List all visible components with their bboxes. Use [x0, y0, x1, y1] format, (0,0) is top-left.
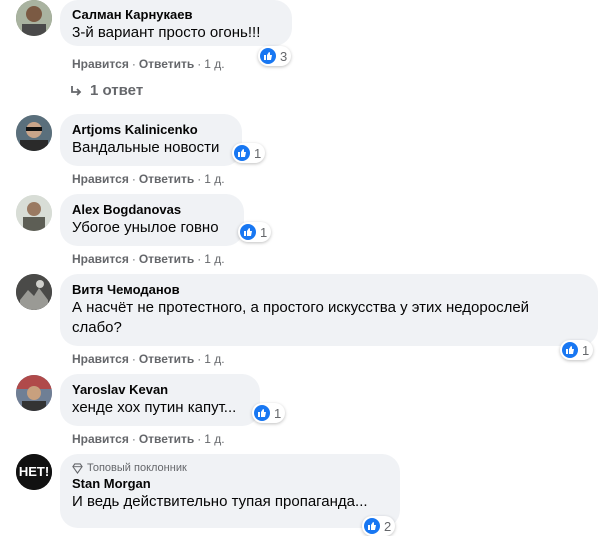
comment-text: А насчёт не протестного, а простого иску… [72, 299, 530, 336]
like-button[interactable]: Нравится [72, 352, 129, 366]
reply-button[interactable]: Ответить [139, 432, 194, 446]
comment-author[interactable]: Stan Morgan [72, 476, 388, 492]
like-reaction-icon [260, 48, 276, 64]
like-button[interactable]: Нравится [72, 57, 129, 71]
avatar[interactable]: НЕТ! [16, 454, 52, 490]
comment-author[interactable]: Витя Чемоданов [72, 282, 586, 298]
avatar[interactable] [16, 0, 52, 36]
avatar-text: НЕТ! [18, 464, 50, 479]
comment-author[interactable]: Artjoms Kalinicenko [72, 122, 230, 138]
like-reaction-icon [364, 518, 380, 534]
comment-author[interactable]: Салман Карнукаев [72, 7, 280, 23]
comment-actions: Нравится · Ответить · 1 д. [72, 352, 225, 366]
reaction-count[interactable]: 2 [362, 516, 396, 536]
comment-bubble: Салман Карнукаев 3-й вариант просто огон… [60, 0, 292, 46]
avatar[interactable] [16, 375, 52, 411]
comment-actions: Нравится · Ответить · 1 д. [72, 432, 225, 446]
reply-button[interactable]: Ответить [139, 172, 194, 186]
comment-actions: Нравится · Ответить · 1 д. [72, 172, 225, 186]
comment-bubble: Alex Bogdanovas Убогое унылое говно [60, 194, 244, 246]
view-replies-button[interactable]: 1 ответ [70, 82, 143, 99]
comment-author[interactable]: Yaroslav Kevan [72, 382, 248, 398]
reply-arrow-icon [71, 85, 82, 96]
comment-bubble: Artjoms Kalinicenko Вандальные новости [60, 114, 242, 166]
comment-actions: Нравится · Ответить · 1 д. [72, 57, 225, 71]
reaction-count[interactable]: 1 [238, 222, 272, 242]
like-button[interactable]: Нравится [72, 432, 129, 446]
timestamp[interactable]: 1 д. [204, 352, 224, 366]
like-reaction-icon [562, 342, 578, 358]
like-reaction-icon [234, 145, 250, 161]
reply-button[interactable]: Ответить [139, 352, 194, 366]
reply-button[interactable]: Ответить [139, 57, 194, 71]
like-reaction-icon [254, 405, 270, 421]
top-fan-badge: Топовый поклонник [72, 461, 388, 475]
reaction-count[interactable]: 1 [560, 340, 594, 360]
avatar[interactable] [16, 195, 52, 231]
like-reaction-icon [240, 224, 256, 240]
reaction-count[interactable]: 1 [232, 143, 266, 163]
comment-actions: Нравится · Ответить · 1 д. [72, 252, 225, 266]
comment-text: 3-й вариант просто огонь!!! [72, 24, 261, 41]
diamond-icon [72, 462, 83, 474]
comment-bubble: Топовый поклонник Stan Morgan И ведь дей… [60, 454, 400, 528]
comment-text: Вандальные новости [72, 139, 220, 156]
comment-bubble: Yaroslav Kevan хенде хох путин капут... [60, 374, 260, 426]
reply-button[interactable]: Ответить [139, 252, 194, 266]
timestamp[interactable]: 1 д. [204, 432, 224, 446]
timestamp[interactable]: 1 д. [204, 172, 224, 186]
avatar[interactable] [16, 274, 52, 310]
comment-bubble: Витя Чемоданов А насчёт не протестного, … [60, 274, 598, 346]
reaction-count[interactable]: 3 [258, 46, 292, 66]
comment-text: хенде хох путин капут... [72, 399, 237, 416]
comment-author[interactable]: Alex Bogdanovas [72, 202, 232, 218]
like-button[interactable]: Нравится [72, 172, 129, 186]
comment-text: И ведь действительно тупая пропаганда... [72, 493, 368, 510]
timestamp[interactable]: 1 д. [204, 57, 224, 71]
comment-text: Убогое унылое говно [72, 219, 219, 236]
avatar[interactable] [16, 115, 52, 151]
reaction-count[interactable]: 1 [252, 403, 286, 423]
like-button[interactable]: Нравится [72, 252, 129, 266]
timestamp[interactable]: 1 д. [204, 252, 224, 266]
